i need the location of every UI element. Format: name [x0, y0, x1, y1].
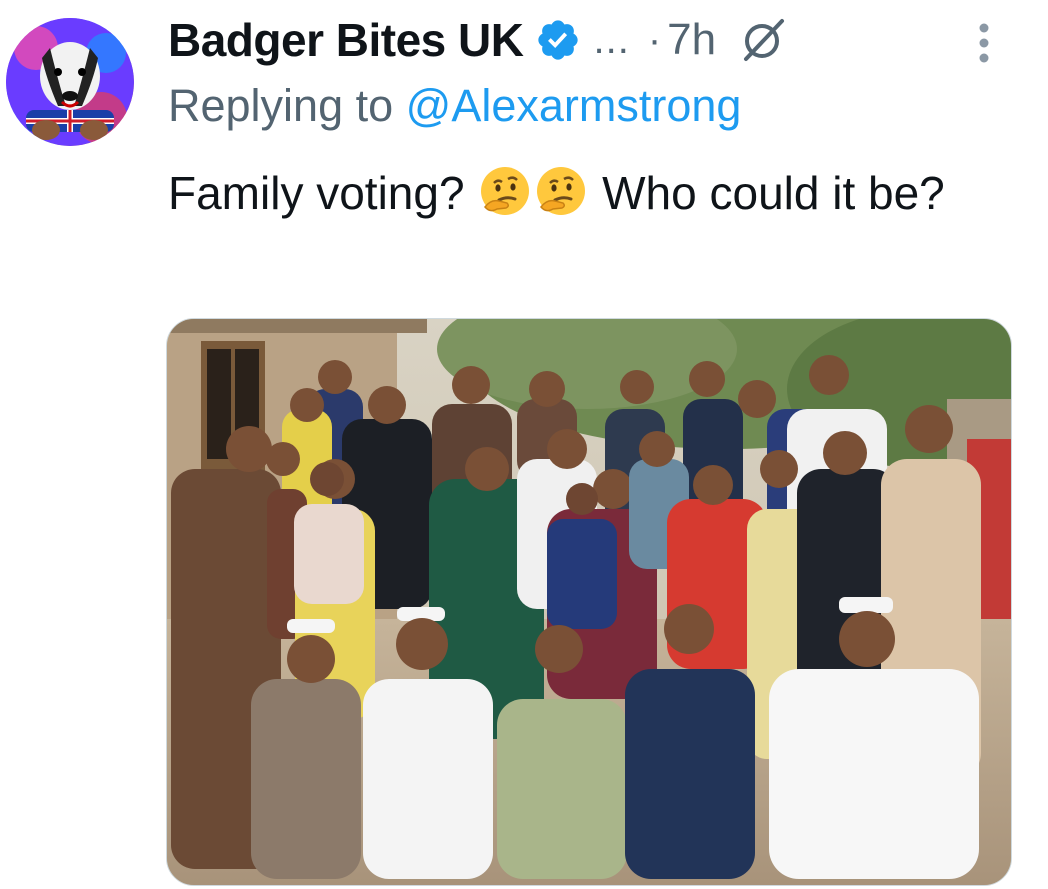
- more-vertical-icon[interactable]: [972, 20, 996, 66]
- meta-separator: ·: [647, 17, 662, 62]
- replying-to-line: Replying to @Alexarmstrong: [168, 80, 741, 132]
- tweet-text-part2: Who could it be?: [602, 167, 945, 219]
- tweet-text: Family voting? Who could it be?: [168, 162, 1028, 224]
- replying-to-label: Replying to: [168, 80, 394, 131]
- verified-badge-icon[interactable]: [535, 17, 581, 63]
- tweet-text-part1: Family voting?: [168, 167, 465, 219]
- group-photo-image: [167, 319, 1011, 885]
- tweet-media-photo[interactable]: [166, 318, 1012, 886]
- name-truncation: ...: [593, 17, 630, 62]
- author-name[interactable]: Badger Bites UK: [168, 13, 524, 67]
- avatar[interactable]: [6, 18, 134, 146]
- timestamp[interactable]: 7h: [667, 15, 716, 65]
- badger-avatar-icon: [6, 18, 134, 146]
- grok-icon[interactable]: [738, 15, 788, 65]
- thinking-face-emoji: [533, 163, 589, 219]
- tweet-header: Badger Bites UK ... · 7h: [168, 10, 788, 70]
- thinking-face-emoji: [477, 163, 533, 219]
- reply-handle-link[interactable]: @Alexarmstrong: [406, 80, 742, 131]
